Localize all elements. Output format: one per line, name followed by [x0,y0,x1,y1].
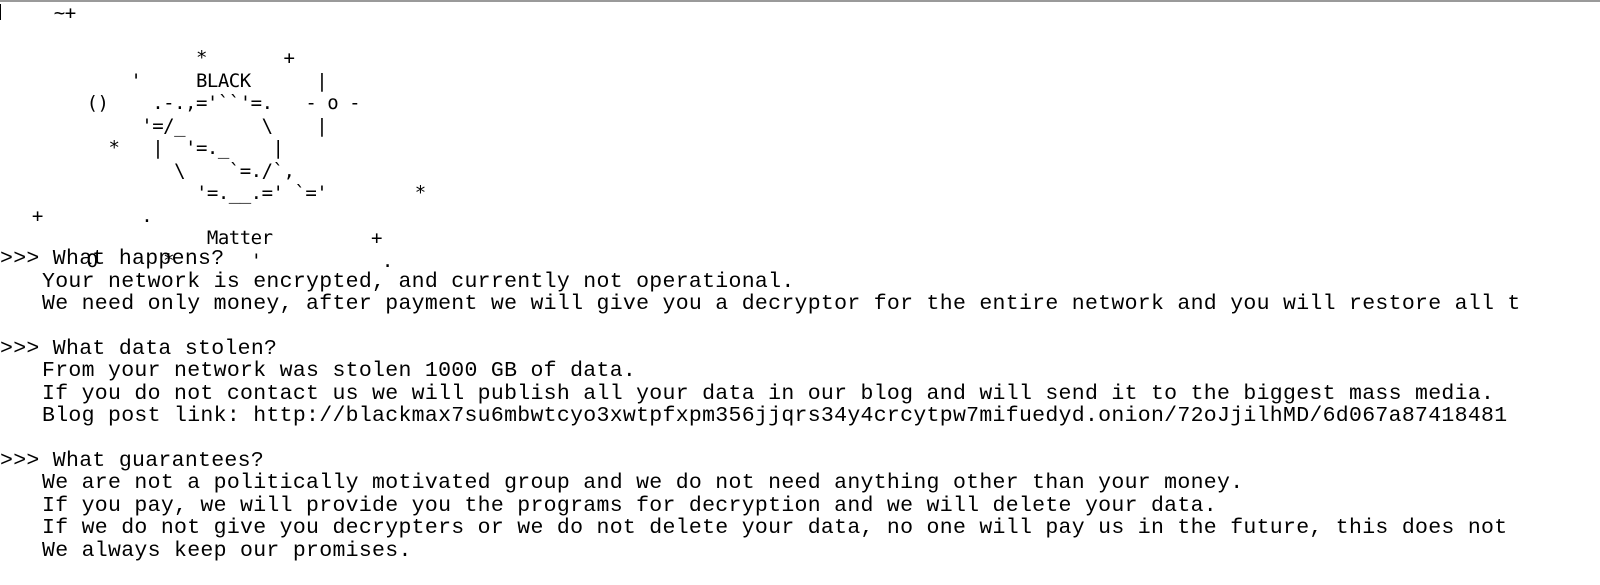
blackmatter-ascii-logo: ~+ * + ' BLACK | () .-.,='``'=. - o - '=… [31,2,426,272]
section-line: Your network is encrypted, and currently… [42,270,795,293]
blog-post-link: Blog post link: http://blackmax7su6mbwtc… [42,405,1508,428]
section-heading: >>> What guarantees? [0,449,265,472]
section-line: From your network was stolen 1000 GB of … [42,360,637,383]
section-line: If you pay, we will provide you the prog… [42,494,1217,517]
section-line: We are not a politically motivated group… [42,472,1244,495]
section-line: We always keep our promises. [42,539,412,562]
section-line: If you do not contact us we will publish… [42,382,1495,405]
section-heading: >>> What happens? [0,248,225,271]
section-what-happens: >>> What happens? Your network is encryp… [0,248,1600,316]
ransom-note-text: >>> What happens? Your network is encryp… [0,248,1600,584]
text-cursor [0,4,1,20]
section-what-guarantees: >>> What guarantees? We are not a politi… [0,450,1600,563]
section-line: If we do not give you decrypters or we d… [42,517,1508,540]
section-what-data-stolen: >>> What data stolen? From your network … [0,338,1600,428]
section-line: We need only money, after payment we wil… [42,293,1521,316]
section-heading: >>> What data stolen? [0,337,278,360]
